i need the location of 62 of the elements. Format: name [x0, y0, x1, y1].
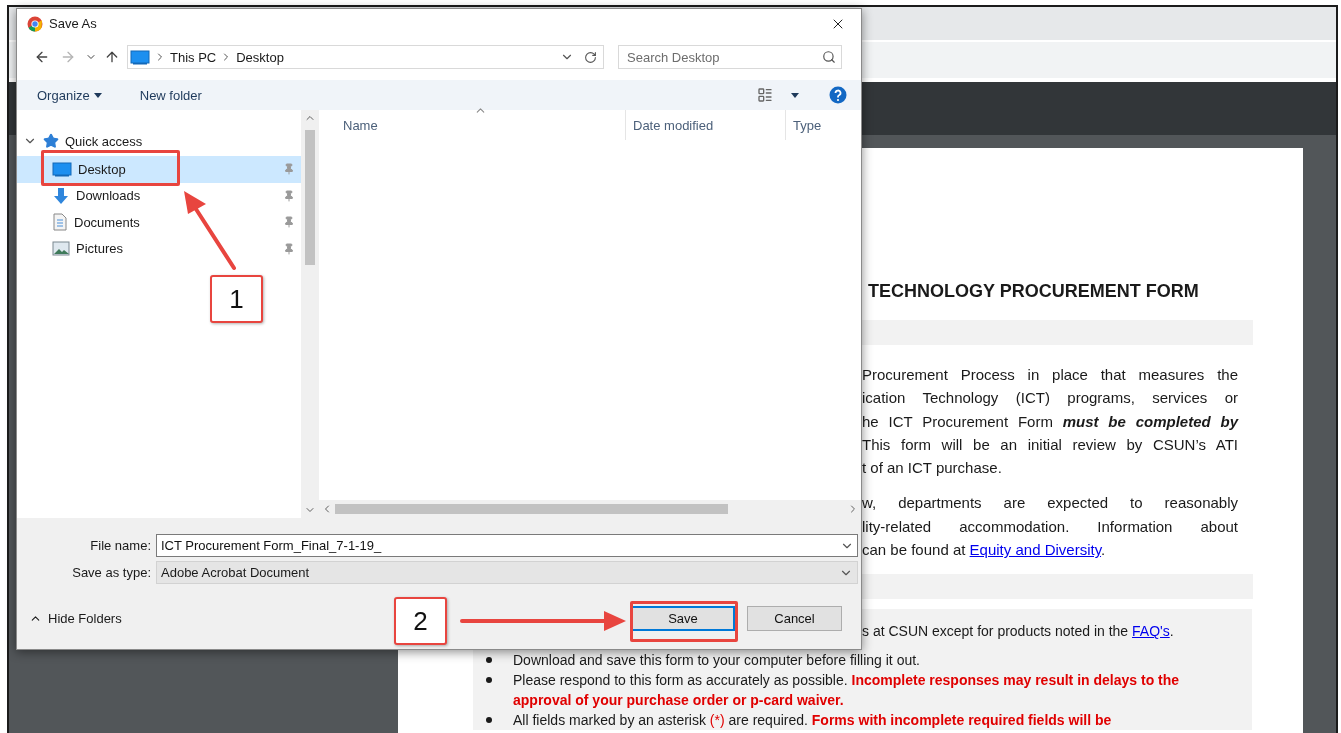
nav-item[interactable]: Documents [17, 209, 301, 236]
nav-item[interactable]: Desktop [17, 156, 301, 183]
pin-icon[interactable] [283, 216, 295, 229]
nav-item[interactable]: Quick access [17, 132, 301, 150]
column-header[interactable]: Type [785, 110, 861, 140]
link[interactable]: FAQ's [1132, 623, 1170, 640]
breadcrumb[interactable]: This PC [170, 49, 217, 65]
nav-item[interactable]: Pictures [17, 235, 301, 262]
app-logo-icon [27, 15, 43, 32]
caret-icon [791, 92, 799, 98]
hide-folders-button[interactable]: Hide Folders [29, 611, 122, 626]
bullet-text: Download and save this form to your computer before filling it out. [513, 651, 921, 671]
paragraph-line: This form will be an initial review by CSUN’s ATI [862, 434, 1238, 455]
paragraph-line: can be found at Equity and Diversity. [862, 540, 1107, 561]
file-type-dropdown[interactable]: Adobe Acrobat Document [156, 561, 858, 584]
breadcrumb[interactable]: Desktop [236, 49, 284, 65]
document-title: TECHNOLOGY PROCUREMENT FORM [868, 280, 1200, 303]
column-header[interactable]: Date modified [625, 110, 785, 140]
paragraph-line: he ICT Procurement Form must be completed by [862, 411, 1238, 432]
column-header[interactable]: Name [319, 110, 625, 140]
monitor-icon [130, 49, 150, 65]
paragraph-line: w, departments are expected to reasonably [862, 493, 1238, 514]
pin-icon[interactable] [283, 163, 295, 176]
download-icon [52, 186, 70, 205]
document-icon [52, 213, 68, 232]
paragraph-line: ication Technology (ICT) programs, services or [862, 388, 1238, 409]
caret-icon [93, 92, 102, 98]
pin-icon[interactable] [283, 242, 295, 255]
paragraph-line: lity-related accommodation. Information about [862, 516, 1238, 537]
forward-arrow-icon [60, 49, 76, 65]
help-icon[interactable] [829, 86, 847, 104]
monitor-icon [52, 161, 72, 177]
star-icon [43, 133, 59, 149]
bullet-icon [486, 717, 492, 724]
search-field[interactable]: Search Desktop [618, 45, 842, 69]
pin-icon[interactable] [283, 189, 295, 202]
link[interactable]: Equity and Diversity [969, 541, 1102, 559]
bullet-text: Please respond to this form as accurately as possible. Incomplete responses may result in delays to the approval of your purchase order or p-card waiver. [513, 671, 1181, 711]
dialog-button[interactable]: Cancel [747, 606, 842, 631]
scroll-thumb[interactable] [335, 504, 728, 514]
dialog-title: Save As [49, 16, 98, 31]
search-icon [822, 50, 836, 64]
scroll-thumb[interactable] [305, 130, 315, 265]
bullet-icon [486, 677, 492, 684]
image-icon [52, 241, 70, 257]
field-label: File name: [89, 538, 152, 553]
bullet-icon [486, 657, 492, 664]
field-label: Save as type: [71, 565, 152, 580]
list-view-icon [757, 87, 773, 103]
step-number: 1 [210, 275, 263, 323]
toolbar-command[interactable]: New folder [131, 83, 210, 107]
toolbar-command[interactable]: Organize [29, 83, 110, 107]
bullet-text: All fields marked by an asterisk (*) are required. Forms with incomplete required fields will be [513, 711, 1113, 731]
address-bar[interactable]: This PC Desktop [127, 45, 604, 69]
file-name-field[interactable]: ICT Procurement Form_Final_7-1-19_ [156, 534, 858, 557]
paragraph-line: t of an ICT purchase. [862, 458, 1003, 479]
scrollbar[interactable] [301, 110, 319, 518]
nav-item[interactable]: Downloads [17, 182, 301, 209]
paragraph-line: Procurement Process in place that measures the [862, 365, 1238, 385]
refresh-icon[interactable] [584, 50, 597, 64]
dialog-button[interactable]: Save [631, 606, 735, 631]
step-number: 2 [394, 597, 447, 645]
